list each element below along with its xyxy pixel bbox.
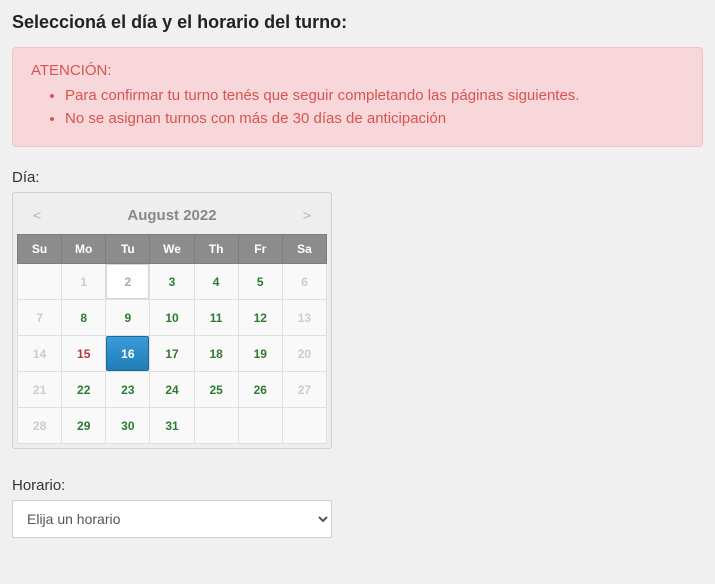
calendar-day[interactable]: 26 — [238, 372, 282, 408]
calendar-day[interactable]: 19 — [238, 336, 282, 372]
weekday-header: Mo — [62, 235, 106, 264]
calendar-day — [238, 408, 282, 444]
calendar-grid: Su Mo Tu We Th Fr Sa 1234567891011121314… — [17, 234, 327, 444]
day-label: Día: — [12, 169, 703, 186]
calendar-day[interactable]: 22 — [62, 372, 106, 408]
page-title: Seleccioná el día y el horario del turno… — [12, 12, 703, 33]
calendar-day: 6 — [282, 264, 326, 300]
calendar-day: 14 — [18, 336, 62, 372]
calendar-day[interactable]: 25 — [194, 372, 238, 408]
calendar-day[interactable]: 4 — [194, 264, 238, 300]
calendar: < August 2022 > Su Mo Tu We Th Fr Sa 123… — [12, 192, 332, 449]
calendar-day[interactable]: 23 — [106, 372, 150, 408]
calendar-day[interactable]: 24 — [150, 372, 194, 408]
calendar-day[interactable]: 3 — [150, 264, 194, 300]
weekday-header: We — [150, 235, 194, 264]
calendar-day — [282, 408, 326, 444]
calendar-day[interactable]: 18 — [194, 336, 238, 372]
calendar-header: < August 2022 > — [17, 197, 327, 234]
weekday-header: Th — [194, 235, 238, 264]
next-month-button[interactable]: > — [295, 208, 319, 224]
calendar-day: 27 — [282, 372, 326, 408]
calendar-day: 15 — [62, 336, 106, 372]
calendar-day: 1 — [62, 264, 106, 300]
calendar-day: 20 — [282, 336, 326, 372]
calendar-day: 28 — [18, 408, 62, 444]
calendar-day-selected[interactable]: 16 — [106, 336, 150, 372]
calendar-day — [18, 264, 62, 300]
alert-list: Para confirmar tu turno tenés que seguir… — [31, 85, 684, 130]
calendar-day[interactable]: 12 — [238, 300, 282, 336]
calendar-day: 13 — [282, 300, 326, 336]
calendar-day[interactable]: 10 — [150, 300, 194, 336]
calendar-day[interactable]: 17 — [150, 336, 194, 372]
calendar-day: 21 — [18, 372, 62, 408]
time-label: Horario: — [12, 477, 703, 494]
weekday-header: Su — [18, 235, 62, 264]
calendar-day[interactable]: 9 — [106, 300, 150, 336]
calendar-day[interactable]: 29 — [62, 408, 106, 444]
calendar-day: 7 — [18, 300, 62, 336]
weekday-header: Tu — [106, 235, 150, 264]
calendar-month-year: August 2022 — [127, 207, 216, 224]
calendar-day[interactable]: 30 — [106, 408, 150, 444]
calendar-day[interactable]: 5 — [238, 264, 282, 300]
prev-month-button[interactable]: < — [25, 208, 49, 224]
weekday-header: Sa — [282, 235, 326, 264]
calendar-day[interactable]: 31 — [150, 408, 194, 444]
alert-heading: ATENCIÓN: — [31, 62, 684, 79]
time-select[interactable]: Elija un horario — [12, 500, 332, 538]
calendar-day-today[interactable]: 2 — [106, 264, 150, 300]
weekday-header: Fr — [238, 235, 282, 264]
calendar-day[interactable]: 11 — [194, 300, 238, 336]
alert-item: Para confirmar tu turno tenés que seguir… — [65, 85, 684, 108]
calendar-day — [194, 408, 238, 444]
attention-alert: ATENCIÓN: Para confirmar tu turno tenés … — [12, 47, 703, 147]
alert-item: No se asignan turnos con más de 30 días … — [65, 108, 684, 131]
calendar-day[interactable]: 8 — [62, 300, 106, 336]
